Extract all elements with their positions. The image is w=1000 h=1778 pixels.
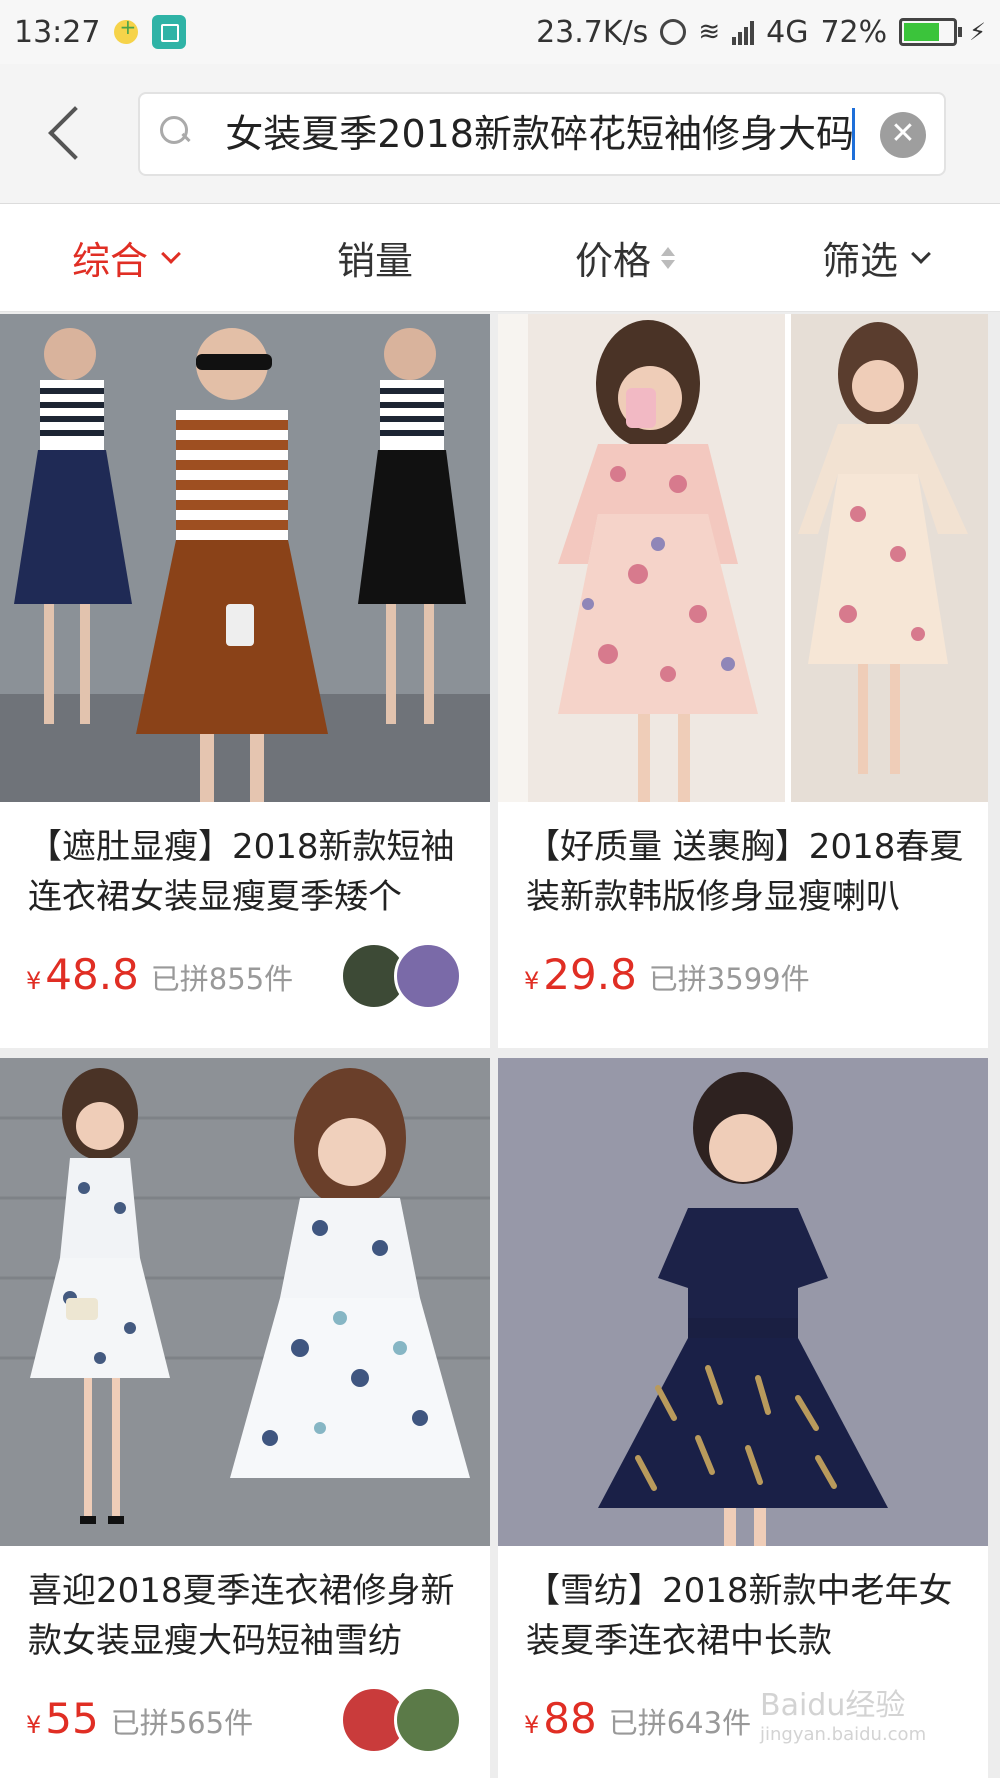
battery-icon <box>899 18 963 46</box>
product-card[interactable]: 【遮肚显瘦】2018新款短袖连衣裙女装显瘦夏季矮个 ¥ 48.8 已拼855件 <box>0 314 490 1048</box>
product-price: 29.8 <box>543 950 637 999</box>
currency-symbol: ¥ <box>26 1711 42 1739</box>
product-image[interactable] <box>498 1058 988 1546</box>
sort-bar: 综合 销量 价格 筛选 <box>0 204 1000 312</box>
back-button[interactable] <box>40 102 100 162</box>
price-row: ¥ 48.8 已拼855件 <box>26 950 293 999</box>
signal-icon <box>732 19 755 45</box>
sold-count: 已拼3599件 <box>648 962 810 996</box>
search-query: 女装夏季2018新款碎花短袖修身大码 <box>225 112 854 156</box>
product-title[interactable]: 喜迎2018夏季连衣裙修身新款女装显瘦大码短袖雪纺 <box>28 1566 468 1666</box>
product-title[interactable]: 【雪纺】2018新款中老年女装夏季连衣裙中长款 <box>526 1566 966 1666</box>
sold-count: 已拼565件 <box>110 1706 254 1740</box>
tab-label: 价格 <box>574 239 651 283</box>
price-row: ¥ 88 已拼643件 <box>524 1694 751 1743</box>
product-price: 48.8 <box>45 950 139 999</box>
battery-percent: 72% <box>820 14 888 50</box>
network-type: 4G <box>766 14 809 50</box>
avatar <box>394 942 462 1010</box>
buyer-avatars <box>340 942 462 1010</box>
product-card[interactable]: 喜迎2018夏季连衣裙修身新款女装显瘦大码短袖雪纺 ¥ 55 已拼565件 <box>0 1058 490 1778</box>
sold-count: 已拼855件 <box>150 962 294 996</box>
search-icon <box>160 116 192 148</box>
price-row: ¥ 55 已拼565件 <box>26 1694 253 1743</box>
chevron-down-icon <box>161 243 181 264</box>
price-row: ¥ 29.8 已拼3599件 <box>524 950 810 999</box>
status-bar: 13:27 23.7K/s ≋ 4G 72% ⚡ <box>0 0 1000 64</box>
scan-icon <box>152 15 187 49</box>
notification-dot-icon <box>114 15 139 44</box>
watermark-sub: jingyan.baidu.com <box>760 1724 927 1745</box>
product-image[interactable] <box>0 1058 490 1546</box>
currency-symbol: ¥ <box>524 1711 540 1739</box>
search-header: 女装夏季2018新款碎花短袖修身大码 ✕ <box>0 64 1000 204</box>
tab-comprehensive[interactable]: 综合 <box>0 230 250 285</box>
tab-label: 销量 <box>336 239 413 283</box>
tab-price[interactable]: 价格 <box>500 230 750 285</box>
chevron-down-icon <box>911 243 931 264</box>
tab-label: 综合 <box>71 239 148 283</box>
watermark: Baidu经验 jingyan.baidu.com <box>760 1680 926 1745</box>
product-image[interactable] <box>498 314 988 802</box>
alarm-icon <box>660 19 687 45</box>
buyer-avatars <box>340 1686 462 1754</box>
watermark-text: Baidu经验 <box>760 1688 906 1723</box>
status-time: 13:27 <box>14 14 101 50</box>
tab-sales[interactable]: 销量 <box>250 230 500 285</box>
product-price: 88 <box>543 1694 597 1743</box>
currency-symbol: ¥ <box>524 967 540 995</box>
clear-button[interactable]: ✕ <box>880 112 926 158</box>
product-card[interactable]: 【好质量 送裹胸】2018春夏装新款韩版修身显瘦喇叭 ¥ 29.8 已拼3599… <box>498 314 988 1048</box>
tab-label: 筛选 <box>821 239 898 283</box>
product-card[interactable]: 【雪纺】2018新款中老年女装夏季连衣裙中长款 ¥ 88 已拼643件 <box>498 1058 988 1778</box>
product-title[interactable]: 【遮肚显瘦】2018新款短袖连衣裙女装显瘦夏季矮个 <box>28 822 468 922</box>
product-image[interactable] <box>0 314 490 802</box>
tab-filter[interactable]: 筛选 <box>750 230 1000 285</box>
currency-symbol: ¥ <box>26 967 42 995</box>
sold-count: 已拼643件 <box>608 1706 752 1740</box>
network-speed: 23.7K/s <box>536 14 649 50</box>
product-title[interactable]: 【好质量 送裹胸】2018春夏装新款韩版修身显瘦喇叭 <box>526 822 966 922</box>
text-cursor <box>852 108 855 160</box>
search-input[interactable]: 女装夏季2018新款碎花短袖修身大码 ✕ <box>138 92 946 176</box>
product-price: 55 <box>45 1694 99 1743</box>
charging-icon: ⚡ <box>969 18 986 46</box>
sort-updown-icon <box>661 246 675 269</box>
avatar <box>394 1686 462 1754</box>
wifi-icon: ≋ <box>698 17 721 47</box>
